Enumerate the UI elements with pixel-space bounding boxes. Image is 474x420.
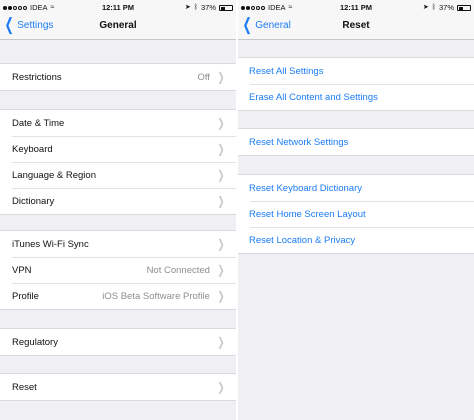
chevron-right-icon: ❯: [217, 116, 225, 130]
row-label: Erase All Content and Settings: [249, 91, 378, 103]
chevron-right-icon: ❯: [217, 263, 225, 277]
battery-percent: 37%: [438, 3, 454, 12]
row-label: Dictionary: [12, 195, 55, 207]
page-title: Reset: [342, 20, 370, 31]
row-label: Reset Network Settings: [249, 136, 349, 148]
row-label: Reset All Settings: [249, 65, 324, 77]
reset-option-reset-network-settings[interactable]: Reset Network Settings: [238, 129, 474, 155]
list-group: Reset ❯: [0, 373, 236, 401]
battery-icon: [219, 4, 233, 11]
row-label: iTunes Wi-Fi Sync: [12, 238, 89, 250]
page-title: General: [99, 20, 137, 31]
settings-row-keyboard[interactable]: Keyboard ❯: [0, 136, 236, 162]
nav-bar: ❮ General Reset: [238, 14, 474, 40]
list-group: iTunes Wi-Fi Sync ❯ VPN Not Connected ❯ Profi…: [0, 230, 236, 310]
settings-row-vpn[interactable]: VPN Not Connected ❯: [0, 257, 236, 283]
row-label: Reset Keyboard Dictionary: [249, 182, 362, 194]
list-group: Reset All Settings Erase All Content and …: [238, 57, 474, 111]
list-group: Reset Keyboard Dictionary Reset Home Scre…: [238, 174, 474, 254]
list-group: Restrictions Off ❯: [0, 63, 236, 91]
reset-option-reset-home-screen-layout[interactable]: Reset Home Screen Layout: [238, 201, 474, 227]
settings-row-dictionary[interactable]: Dictionary ❯: [0, 188, 236, 214]
chevron-right-icon: ❯: [217, 70, 225, 84]
settings-row-regulatory[interactable]: Regulatory ❯: [0, 329, 236, 355]
chevron-right-icon: ❯: [217, 380, 225, 394]
settings-row-reset[interactable]: Reset ❯: [0, 374, 236, 400]
battery-icon: [457, 4, 471, 11]
row-value: Off: [197, 71, 210, 83]
list-group: Date & Time ❯ Keyboard ❯ Language & Region ❯ D…: [0, 109, 236, 215]
chevron-right-icon: ❯: [217, 335, 225, 349]
reset-screen: IDEA ≈ 12:11 PM ➤ ᛒ 37% ❮ General Reset …: [238, 0, 474, 420]
settings-row-itunes-wi-fi-sync[interactable]: iTunes Wi-Fi Sync ❯: [0, 231, 236, 257]
settings-row-language-and-region[interactable]: Language & Region ❯: [0, 162, 236, 188]
settings-row-restrictions[interactable]: Restrictions Off ❯: [0, 64, 236, 90]
settings-row-date-and-time[interactable]: Date & Time ❯: [0, 110, 236, 136]
row-label: Date & Time: [12, 117, 65, 129]
row-value: iOS Beta Software Profile: [102, 290, 210, 302]
row-value: Not Connected: [146, 264, 210, 276]
status-bar: IDEA ≈ 12:11 PM ➤ ᛒ 37%: [238, 0, 474, 14]
battery-percent: 37%: [200, 3, 216, 12]
general-screen: IDEA ≈ 12:11 PM ➤ ᛒ 37% ❮ Settings Gener…: [0, 0, 236, 420]
location-arrow-icon: ➤: [184, 4, 191, 11]
bluetooth-icon: ᛒ: [193, 4, 198, 11]
row-label: Language & Region: [12, 169, 96, 181]
list-group: Reset Network Settings: [238, 128, 474, 156]
bluetooth-icon: ᛒ: [431, 4, 436, 11]
settings-row-profile[interactable]: Profile iOS Beta Software Profile ❯: [0, 283, 236, 309]
row-label: Reset Location & Privacy: [249, 234, 356, 246]
row-label: VPN: [12, 264, 32, 276]
list-group: Regulatory ❯: [0, 328, 236, 356]
reset-option-erase-all-content-and-settings[interactable]: Erase All Content and Settings: [238, 84, 474, 110]
row-label: Reset Home Screen Layout: [249, 208, 366, 220]
status-right-group: ➤ ᛒ 37%: [185, 3, 233, 12]
row-label: Reset: [12, 381, 37, 393]
chevron-right-icon: ❯: [217, 168, 225, 182]
reset-option-reset-all-settings[interactable]: Reset All Settings: [238, 58, 474, 84]
row-label: Regulatory: [12, 336, 58, 348]
row-label: Restrictions: [12, 71, 62, 83]
chevron-right-icon: ❯: [217, 289, 225, 303]
nav-bar: ❮ Settings General: [0, 14, 236, 40]
status-right-group: ➤ ᛒ 37%: [423, 3, 471, 12]
status-bar: IDEA ≈ 12:11 PM ➤ ᛒ 37%: [0, 0, 236, 14]
row-label: Keyboard: [12, 143, 53, 155]
chevron-right-icon: ❯: [217, 237, 225, 251]
chevron-right-icon: ❯: [217, 142, 225, 156]
reset-option-reset-keyboard-dictionary[interactable]: Reset Keyboard Dictionary: [238, 175, 474, 201]
chevron-right-icon: ❯: [217, 194, 225, 208]
reset-option-reset-location-and-privacy[interactable]: Reset Location & Privacy: [238, 227, 474, 253]
row-label: Profile: [12, 290, 39, 302]
location-arrow-icon: ➤: [422, 4, 429, 11]
